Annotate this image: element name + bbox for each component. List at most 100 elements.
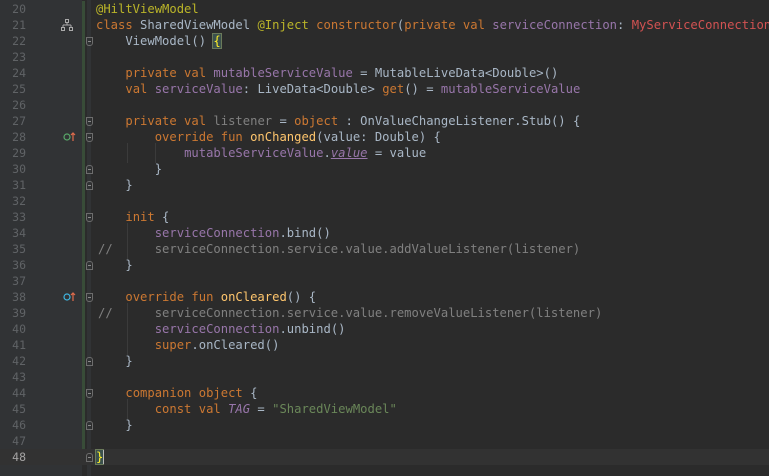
code-text[interactable]: serviceConnection.bind(): [96, 225, 331, 241]
code-line[interactable]: 38 override fun onCleared() {: [0, 289, 769, 305]
code-text[interactable]: init {: [96, 209, 169, 225]
code-text[interactable]: const val TAG = "SharedViewModel": [96, 401, 397, 417]
hierarchy-icon[interactable]: [60, 18, 74, 32]
code-line[interactable]: 47: [0, 433, 769, 449]
fold-collapse-icon[interactable]: [86, 421, 93, 430]
code-editor[interactable]: 20 @HiltViewModel 21 class SharedViewModel …: [0, 0, 769, 476]
code-token: (value: Double) {: [316, 130, 441, 144]
code-text[interactable]: val serviceValue: LiveData<Double> get()…: [96, 81, 580, 97]
code-line[interactable]: 33 init {: [0, 209, 769, 225]
code-line[interactable]: 40 serviceConnection.unbind(): [0, 321, 769, 337]
indent-guide: [127, 399, 128, 419]
code-token: TAG: [228, 402, 251, 416]
code-token: serviceValue: [154, 82, 243, 96]
code-token: }: [96, 162, 163, 176]
line-number: 38: [12, 290, 26, 304]
code-text[interactable]: serviceConnection.service.value.removeVa…: [96, 305, 603, 321]
code-line[interactable]: 36 }: [0, 257, 769, 273]
code-token: companion object: [125, 386, 251, 400]
code-line[interactable]: 29 mutableServiceValue.value = value: [0, 145, 769, 161]
overrides-icon[interactable]: [63, 290, 77, 304]
code-text[interactable]: @HiltViewModel: [96, 1, 199, 17]
code-line[interactable]: 31 }: [0, 177, 769, 193]
code-line[interactable]: 23: [0, 49, 769, 65]
code-line[interactable]: 44 companion object {: [0, 385, 769, 401]
code-line[interactable]: 32: [0, 193, 769, 209]
code-line[interactable]: 46 }: [0, 417, 769, 433]
code-token: .: [323, 146, 331, 160]
fold-expand-icon[interactable]: [86, 389, 93, 398]
line-number: 45: [12, 402, 26, 416]
code-line[interactable]: 48}: [0, 449, 769, 465]
code-line[interactable]: 37: [0, 273, 769, 289]
line-number: 40: [12, 322, 26, 336]
code-line[interactable]: 26: [0, 97, 769, 113]
fold-expand-icon[interactable]: [86, 117, 93, 126]
code-line[interactable]: 42 }: [0, 353, 769, 369]
code-text[interactable]: class SharedViewModel @Inject constructo…: [96, 17, 769, 33]
code-line[interactable]: 45 const val TAG = "SharedViewModel": [0, 401, 769, 417]
fold-collapse-icon[interactable]: [86, 165, 93, 174]
fold-expand-icon[interactable]: [86, 213, 93, 222]
code-token: {: [212, 33, 222, 49]
code-line[interactable]: 43: [0, 369, 769, 385]
code-text[interactable]: override fun onChanged(value: Double) {: [96, 129, 441, 145]
code-text[interactable]: private val mutableServiceValue = Mutabl…: [96, 65, 558, 81]
code-line[interactable]: 27 private val listener = object : OnVal…: [0, 113, 769, 129]
fold-collapse-icon[interactable]: [86, 261, 93, 270]
code-token: @HiltViewModel: [96, 2, 199, 16]
code-token: {: [250, 386, 258, 400]
code-line[interactable]: 20 @HiltViewModel: [0, 1, 769, 17]
code-token: init: [125, 210, 163, 224]
fold-collapse-icon[interactable]: [86, 181, 93, 190]
code-text[interactable]: }: [96, 353, 132, 369]
fold-collapse-icon[interactable]: [86, 357, 93, 366]
code-text[interactable]: }: [96, 257, 132, 273]
code-text[interactable]: override fun onCleared() {: [96, 289, 316, 305]
override-implements-icon[interactable]: [63, 130, 77, 144]
fold-collapse-icon[interactable]: [86, 453, 93, 462]
code-text[interactable]: serviceConnection.service.value.addValue…: [96, 241, 581, 257]
code-text[interactable]: mutableServiceValue.value = value: [96, 145, 426, 161]
code-text[interactable]: private val listener = object : OnValueC…: [96, 113, 580, 129]
code-line[interactable]: 41 super.onCleared(): [0, 337, 769, 353]
code-line[interactable]: 39// serviceConnection.service.value.rem…: [0, 305, 769, 321]
code-text[interactable]: super.onCleared(): [96, 337, 280, 353]
code-text[interactable]: serviceConnection.unbind(): [96, 321, 346, 337]
line-number: 42: [12, 354, 26, 368]
line-number: 32: [12, 194, 26, 208]
line-number: 31: [12, 178, 26, 192]
code-line[interactable]: 28 override fun onChanged(value: Double)…: [0, 129, 769, 145]
code-token: @Inject: [257, 18, 317, 32]
code-token: .bind(): [279, 226, 331, 240]
line-number: 43: [12, 370, 26, 384]
code-line[interactable]: 30 }: [0, 161, 769, 177]
line-number: 34: [12, 226, 26, 240]
code-line[interactable]: 25 val serviceValue: LiveData<Double> ge…: [0, 81, 769, 97]
code-text[interactable]: }: [96, 177, 132, 193]
code-line[interactable]: 34 serviceConnection.bind(): [0, 225, 769, 241]
line-number: 33: [12, 210, 26, 224]
fold-expand-icon[interactable]: [86, 293, 93, 302]
code-text[interactable]: }: [96, 417, 132, 433]
fold-expand-icon[interactable]: [86, 133, 93, 142]
code-line[interactable]: 22 ViewModel() {: [0, 33, 769, 49]
code-token: value: [330, 146, 368, 160]
code-text[interactable]: }: [96, 161, 162, 177]
code-token: override fun: [154, 130, 251, 144]
code-line[interactable]: 35// serviceConnection.service.value.add…: [0, 241, 769, 257]
code-text[interactable]: companion object {: [96, 385, 257, 401]
code-token: serviceConnection.service.value.removeVa…: [96, 306, 603, 320]
code-text[interactable]: ViewModel() {: [96, 33, 222, 49]
code-line[interactable]: 24 private val mutableServiceValue = Mut…: [0, 65, 769, 81]
code-line[interactable]: 21 class SharedViewModel @Inject construc…: [0, 17, 769, 33]
line-number: 44: [12, 386, 26, 400]
fold-expand-icon[interactable]: [86, 37, 93, 46]
code-token: get: [382, 82, 405, 96]
indent-guide: [155, 143, 156, 163]
